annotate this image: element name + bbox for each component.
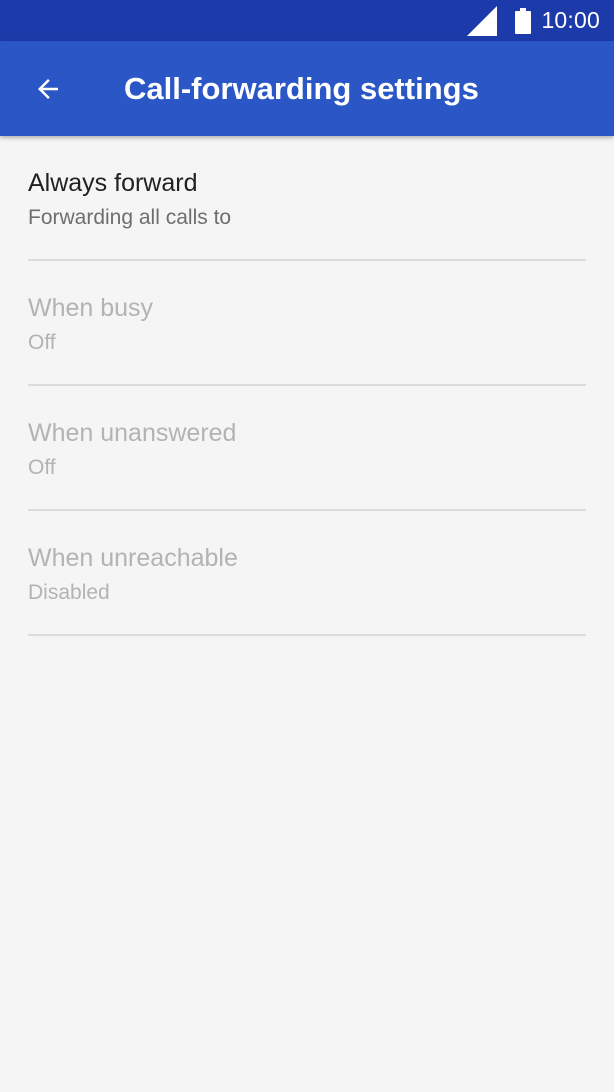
arrow-back-icon — [38, 79, 58, 99]
setting-summary: Off — [28, 331, 56, 354]
page-title: Call-forwarding settings — [124, 71, 479, 106]
settings-list: Always forward Forwarding all calls to W… — [0, 136, 614, 636]
status-icons: 10:00 — [467, 0, 600, 41]
signal-icon — [467, 5, 498, 36]
setting-title: When unanswered — [28, 419, 237, 447]
setting-when-busy: When busy Off — [0, 261, 614, 386]
status-bar: 10:00 — [0, 0, 614, 41]
setting-title: When unreachable — [28, 544, 238, 572]
battery-icon — [515, 7, 532, 34]
setting-summary: Off — [28, 456, 56, 479]
status-time: 10:00 — [541, 7, 600, 33]
setting-when-unanswered: When unanswered Off — [0, 386, 614, 511]
setting-always-forward[interactable]: Always forward Forwarding all calls to — [0, 136, 614, 261]
setting-summary: Forwarding all calls to — [28, 206, 232, 229]
setting-when-unreachable: When unreachable Disabled — [0, 511, 614, 636]
app-bar: Call-forwarding settings — [0, 41, 614, 136]
setting-summary: Disabled — [28, 581, 110, 604]
setting-title: Always forward — [28, 169, 198, 197]
back-button[interactable] — [18, 62, 78, 116]
setting-title: When busy — [28, 294, 154, 322]
divider — [28, 634, 586, 636]
